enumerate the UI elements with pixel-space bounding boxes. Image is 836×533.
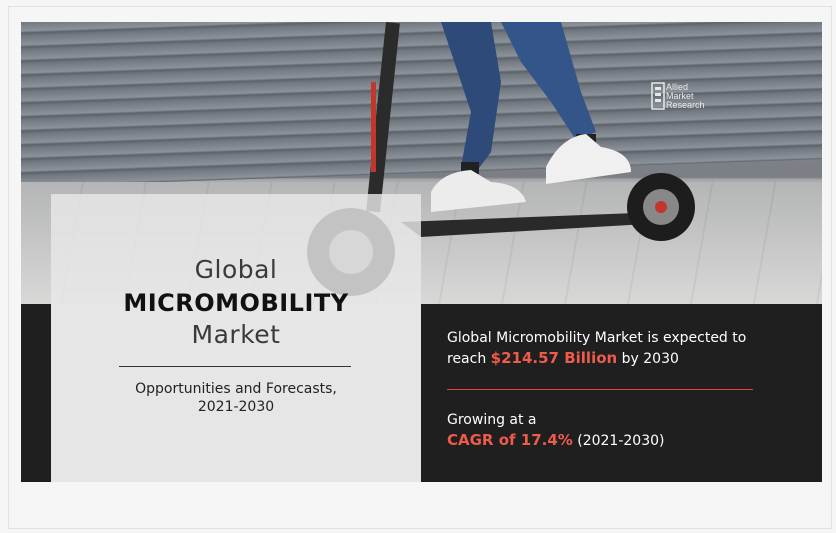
stat-by-year-text: by 2030: [621, 351, 679, 367]
stat-growing-text: Growing at a: [447, 412, 537, 428]
title-micromobility: MICROMOBILITY: [123, 289, 349, 317]
market-banner: Allied Market Research Global MICROMOBIL…: [21, 22, 822, 482]
title-global: Global: [194, 255, 278, 284]
logo-line-research: Research: [666, 100, 705, 110]
logo-mark-icon: [651, 82, 665, 110]
logo-text: Allied Market Research: [666, 83, 705, 110]
stat-cagr-line: CAGR of 17.4% (2021-2030): [447, 430, 664, 451]
stat-market-value: $214.57 Billion: [490, 349, 618, 367]
stat-reach-text: reach: [447, 351, 487, 367]
stat-market-size-line-1: Global Micromobility Market is expected …: [447, 330, 747, 346]
subtitle-line-2: 2021-2030: [197, 399, 275, 415]
title-market: Market: [191, 320, 281, 349]
allied-market-research-logo: Allied Market Research: [651, 82, 731, 122]
stat-cagr-value: CAGR of 17.4%: [447, 431, 573, 449]
stat-market-size-line-2: reach $214.57 Billion by 2030: [447, 348, 679, 369]
subtitle-line-1: Opportunities and Forecasts,: [135, 381, 337, 397]
stats-divider: [447, 389, 753, 390]
stat-cagr-period: (2021-2030): [577, 433, 665, 449]
title-divider: [119, 366, 351, 367]
